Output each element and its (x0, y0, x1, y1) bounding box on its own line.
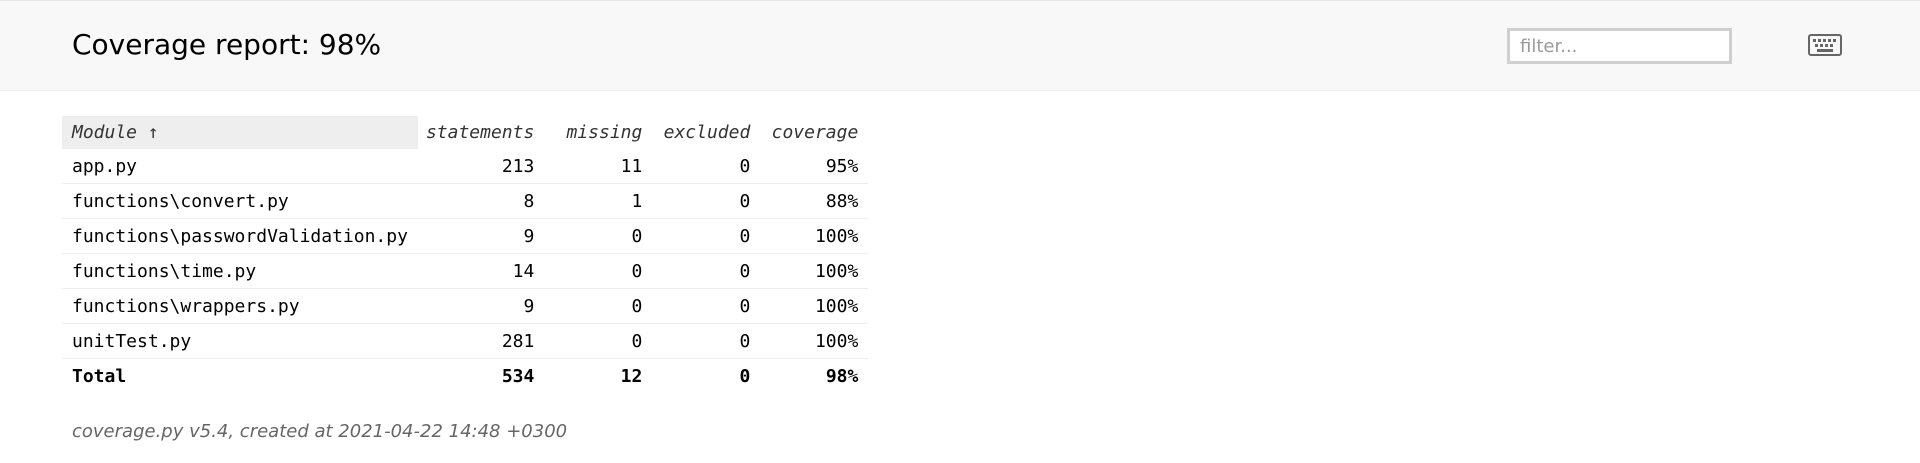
excluded-value: 0 (652, 183, 761, 219)
column-coverage[interactable]: coverage (760, 116, 868, 149)
missing-value: 0 (544, 253, 653, 289)
total-label: Total (62, 358, 418, 393)
coverage-value: 95% (825, 155, 859, 177)
module-link[interactable]: unitTest.py (62, 323, 418, 359)
module-link[interactable]: functions\convert.py (62, 183, 418, 219)
module-link[interactable]: functions\wrappers.py (62, 288, 418, 324)
coverage-value: 100% (760, 288, 869, 324)
coverage-value: 100% (760, 323, 869, 359)
table-row[interactable]: functions\passwordValidation.py 9 0 0 10… (62, 218, 869, 254)
total-excluded: 0 (652, 358, 761, 393)
coverage-index: Module ↑ statements missing excluded cov… (62, 116, 869, 393)
missing-value: 0 (544, 323, 653, 359)
module-link[interactable]: functions\passwordValidation.py (62, 218, 418, 254)
table-row[interactable]: unitTest.py 281 0 0 100% (62, 323, 869, 359)
missing-value: 1 (544, 183, 653, 219)
module-link[interactable]: app.py (62, 149, 418, 184)
total-row: Total 534 12 0 98% (62, 358, 869, 393)
header: Coverage report: 98% (0, 0, 1920, 91)
coverage-table: Module ↑ statements missing excluded cov… (62, 116, 869, 393)
statements-value: 9 (417, 218, 545, 254)
statements-value: 281 (417, 323, 545, 359)
header-row: Module ↑ statements missing excluded cov… (62, 116, 868, 149)
coverage-value: 100% (760, 253, 869, 289)
statements-value: 8 (417, 183, 545, 219)
table-row[interactable]: functions\wrappers.py 9 0 0 100% (62, 288, 869, 324)
statements-value: 9 (417, 288, 545, 324)
missing-value: 0 (544, 288, 653, 324)
keyboard-icon[interactable] (1808, 34, 1842, 56)
coverage-value: 100% (760, 218, 869, 254)
table-row[interactable]: functions\convert.py 8 1 0 88% (62, 183, 869, 219)
filter-input[interactable] (1507, 28, 1732, 64)
table-body: app.py 213 11 0 95% functions\convert.py… (62, 149, 869, 359)
excluded-value: 0 (739, 155, 751, 177)
table-header: Module ↑ statements missing excluded cov… (62, 116, 868, 149)
generated-by-footer: coverage.py v5.4, created at 2021-04-22 … (72, 421, 568, 442)
column-statements[interactable]: statements (418, 116, 544, 149)
total-missing: 12 (544, 358, 653, 393)
table-row[interactable]: app.py 213 11 0 95% (62, 149, 868, 184)
missing-value: 0 (544, 218, 653, 254)
excluded-value: 0 (652, 253, 761, 289)
table-footer: Total 534 12 0 98% (62, 358, 869, 393)
coverage-value: 88% (760, 183, 869, 219)
table-row[interactable]: functions\time.py 14 0 0 100% (62, 253, 869, 289)
page-title: Coverage report: 98% (72, 28, 382, 61)
total-statements: 534 (417, 358, 545, 393)
missing-value: 11 (620, 155, 643, 177)
column-module[interactable]: Module ↑ (62, 116, 418, 149)
column-excluded[interactable]: excluded (652, 116, 760, 149)
excluded-value: 0 (652, 323, 761, 359)
statements-value: 14 (417, 253, 545, 289)
excluded-value: 0 (652, 218, 761, 254)
statements-value: 213 (501, 155, 535, 177)
module-link[interactable]: functions\time.py (62, 253, 418, 289)
total-coverage: 98% (760, 358, 869, 393)
excluded-value: 0 (652, 288, 761, 324)
column-missing[interactable]: missing (544, 116, 652, 149)
